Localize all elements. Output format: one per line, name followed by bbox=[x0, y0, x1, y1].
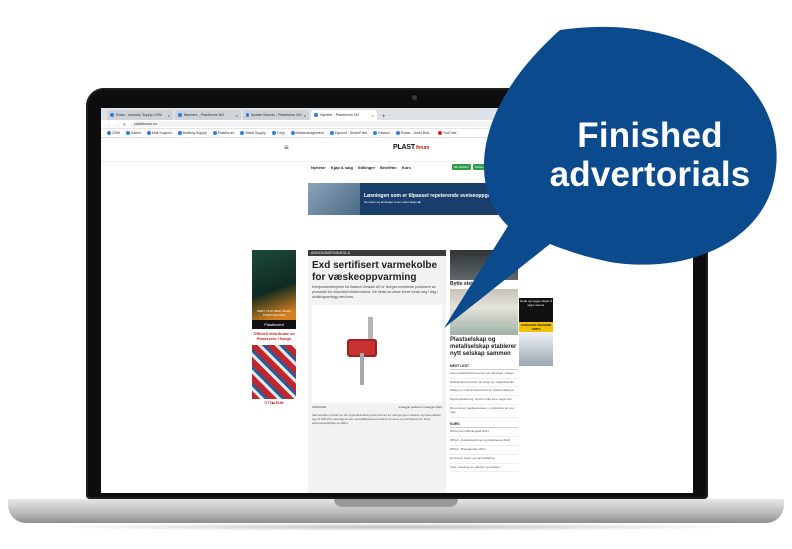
right-column: Bytte steinhall Plastselskap og metallse… bbox=[450, 250, 518, 493]
rod-shape bbox=[360, 352, 364, 385]
bookmarks-bar: CRM Admin Mail Support Building Supply P… bbox=[101, 129, 693, 138]
article-photo bbox=[312, 304, 442, 403]
nav-item[interactable]: Stillinger bbox=[358, 165, 375, 170]
site-header: ≡ PLASTforum ◯ Logg inn bbox=[101, 138, 693, 162]
close-tab-icon[interactable]: × bbox=[372, 113, 374, 118]
top-banner-ad[interactable]: Løsningen som er tilpasset repeterende s… bbox=[308, 183, 498, 215]
list-item[interactable]: Drum sikrer plastleveranser - produksjon… bbox=[450, 405, 518, 419]
tab-favicon-icon bbox=[178, 113, 182, 117]
close-tab-icon[interactable]: × bbox=[236, 113, 238, 118]
laptop-shadow bbox=[40, 523, 752, 531]
list-item[interactable]: DoS kurs: Sveis og varmetilføring bbox=[450, 455, 518, 464]
list-item[interactable]: Sanel plastindustri leverer nye løsninge… bbox=[450, 370, 518, 379]
advertorial-article[interactable]: ANNONSØRINNHOLD Exd sertifisert varmekol… bbox=[308, 250, 446, 493]
ad-image: MEET OUR NEW HIGHS PURPOSE 2024 bbox=[252, 250, 296, 320]
browser-tab[interactable]: Update Banner - Plastforum NO × bbox=[243, 110, 309, 120]
url-field[interactable]: plastforum.no bbox=[130, 121, 551, 127]
ad-pipes-image bbox=[252, 344, 296, 399]
nav-item[interactable]: Nyheter bbox=[311, 165, 326, 170]
nav-item[interactable]: Bedrifter bbox=[380, 165, 397, 170]
article-lead: Komponenteksjoner fra Ilaranor-Ilestahl … bbox=[312, 285, 438, 299]
bookmark-item[interactable]: YouTube bbox=[437, 131, 457, 135]
list-item[interactable]: Gjenbruksløsning: Hvorfor ikke flere vel… bbox=[450, 396, 518, 406]
list-item[interactable]: Startet ny industrivirksomhet for plastp… bbox=[450, 387, 518, 397]
headline[interactable]: Plastselskap og metallselskap etablerer … bbox=[450, 335, 518, 360]
forward-icon[interactable]: → bbox=[115, 122, 119, 127]
login-link[interactable]: ◯ Logg inn bbox=[520, 140, 535, 150]
tab-favicon-icon bbox=[246, 113, 249, 117]
newsletter-button[interactable]: Motta dag på nyhetsbrev bbox=[473, 164, 511, 170]
browser-tab-bar: Rosis - Industry Supply CRM × Banners - P… bbox=[101, 108, 693, 120]
webcam-icon bbox=[412, 95, 417, 100]
site-logo[interactable]: PLASTforum bbox=[393, 144, 429, 151]
list-item[interactable]: NPGA Hum-Bindingstid 2024 bbox=[450, 428, 518, 437]
ad-footer: OTT◆LEUM bbox=[264, 400, 284, 405]
bookmark-item[interactable]: Building Supply bbox=[177, 131, 207, 135]
photo-caption: ANNONSE Innlegget publisert i innlegget 2… bbox=[312, 404, 442, 409]
banner-title: Løsningen som er tilpasset repeterende s… bbox=[364, 193, 498, 200]
article-title[interactable]: Exd sertifisert varmekolbe for væskeoppv… bbox=[308, 256, 446, 285]
tab-favicon-icon bbox=[110, 113, 114, 117]
ad-machine-image bbox=[519, 332, 553, 366]
list-item[interactable]: NPGA - Bransjemøte 2024 bbox=[450, 446, 518, 455]
ad-highlight: AUXILIARY MACHINE UNITS bbox=[519, 322, 553, 332]
browser-tab[interactable]: Banners - Plastforum NO × bbox=[175, 110, 241, 120]
nav-item[interactable]: Kurs bbox=[402, 165, 411, 170]
bookmark-item[interactable]: Mail Support bbox=[146, 131, 172, 135]
browser-tab[interactable]: Rosis - Industry Supply CRM × bbox=[107, 110, 173, 120]
tab-favicon-icon bbox=[314, 113, 318, 117]
web-page: ≡ PLASTforum ◯ Logg inn Nyheter Kjøp & sa… bbox=[101, 138, 693, 493]
address-bar-row: ← → ↻ plastforum.no bbox=[101, 120, 693, 129]
bookmark-item[interactable]: Egmont - SharePoint bbox=[329, 131, 367, 135]
bookmark-item[interactable]: Fakeus bbox=[373, 131, 390, 135]
list-item[interactable]: NPGA - kvalitetsseminar og plastmesse 20… bbox=[450, 437, 518, 446]
browser-tab-active[interactable]: Nyheter - Plastforum NO × bbox=[311, 110, 377, 120]
ad-text: Gode og trygge steder å lagre varene bbox=[519, 298, 553, 322]
headline-image[interactable] bbox=[450, 289, 518, 335]
list-item[interactable]: Hollingstad fortsetter sin vekst og mark… bbox=[450, 379, 518, 388]
site-nav: Nyheter Kjøp & salg Stillinger Bedrifter… bbox=[311, 165, 411, 170]
bookmark-item[interactable]: Meatmanagement bbox=[290, 131, 324, 135]
teaser-image[interactable] bbox=[450, 250, 518, 280]
bookmark-item[interactable]: Admin bbox=[125, 131, 141, 135]
member-button[interactable]: Bli medlem bbox=[452, 164, 471, 170]
teaser-title[interactable]: Bytte steinhall bbox=[450, 281, 518, 287]
article-body: Varmekolber utviklet av vår ingeniøravde… bbox=[312, 412, 442, 425]
bookmark-item[interactable]: Turgi bbox=[271, 131, 285, 135]
ad-red-text: Offisiell distributør av Plastsveis i No… bbox=[253, 331, 295, 341]
close-tab-icon[interactable]: × bbox=[304, 113, 306, 118]
banner-image bbox=[308, 183, 360, 215]
bookmark-item[interactable]: Power - Unikt Bud... bbox=[395, 131, 432, 135]
nav-item[interactable]: Kjøp & salg bbox=[331, 165, 353, 170]
ad-brand: Plastinvent bbox=[252, 320, 296, 329]
bookmark-item[interactable]: CRM bbox=[107, 131, 120, 135]
banner-sub: Se utstyr og løsninger innen automasjon … bbox=[364, 200, 421, 205]
back-icon[interactable]: ← bbox=[107, 122, 111, 127]
bookmark-item[interactable]: Metal Supply bbox=[240, 131, 266, 135]
new-tab-icon[interactable]: + bbox=[379, 114, 389, 120]
laptop-notch bbox=[334, 499, 458, 507]
promo-stage: Rosis - Industry Supply CRM × Banners - P… bbox=[0, 0, 792, 549]
left-sidebar-ad[interactable]: MEET OUR NEW HIGHS PURPOSE 2024 Plastinv… bbox=[252, 250, 296, 410]
menu-icon[interactable]: ≡ bbox=[284, 143, 289, 152]
close-tab-icon[interactable]: × bbox=[168, 113, 170, 118]
bookmark-item[interactable]: Plastforum bbox=[212, 131, 234, 135]
laptop-screen: Rosis - Industry Supply CRM × Banners - P… bbox=[101, 108, 693, 493]
reload-icon[interactable]: ↻ bbox=[123, 122, 126, 127]
right-sidebar-ad[interactable]: Gode og trygge steder å lagre varene AUX… bbox=[519, 298, 553, 366]
list-item[interactable]: Kurs i sveising av plastrør og rørdeler bbox=[450, 464, 518, 473]
